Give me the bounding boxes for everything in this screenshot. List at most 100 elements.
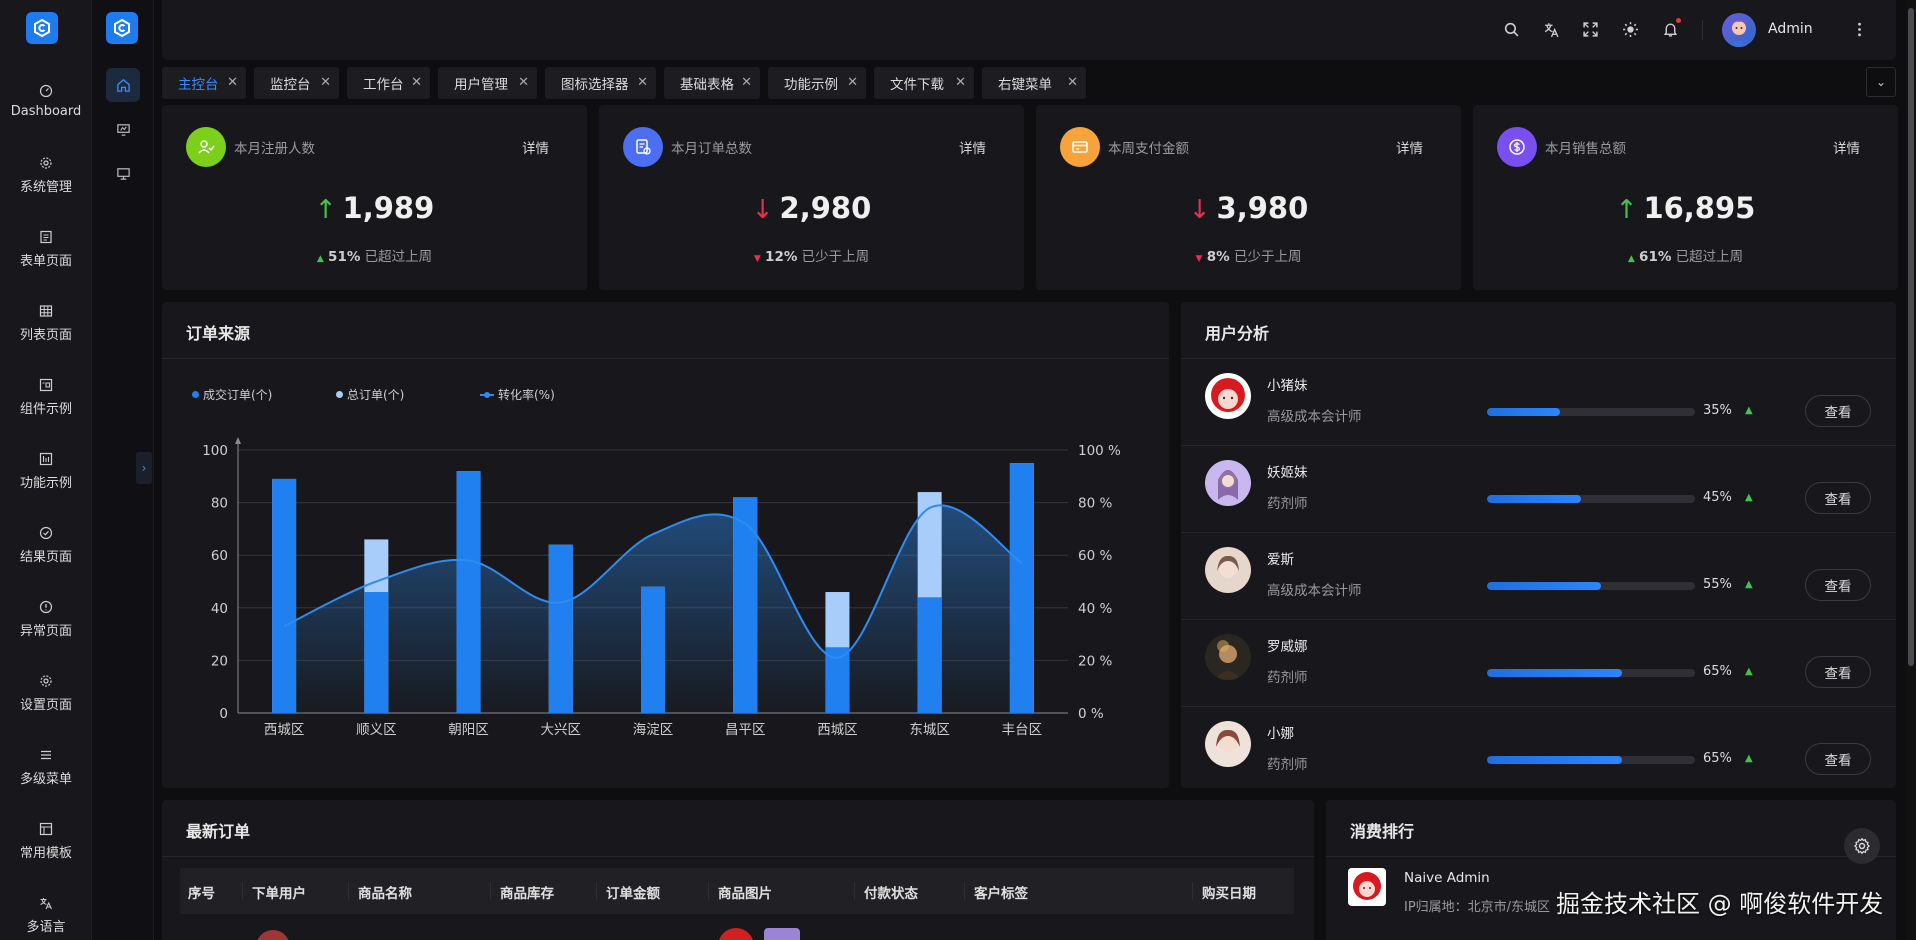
desktop-icon[interactable] bbox=[106, 156, 140, 190]
ranking-name: Naive Admin bbox=[1404, 870, 1490, 886]
logo-icon bbox=[114, 18, 130, 38]
scrollbar-thumb[interactable] bbox=[1908, 8, 1914, 666]
sub-logo[interactable] bbox=[106, 12, 138, 44]
user-name: 妖姬妹 bbox=[1267, 465, 1308, 481]
sidebar-item-label: 列表页面 bbox=[19, 327, 72, 343]
close-icon[interactable]: ✕ bbox=[411, 75, 422, 90]
translate-icon[interactable] bbox=[1540, 18, 1562, 40]
sidebar-item-7[interactable]: 结果页面 bbox=[0, 508, 92, 582]
triangle-up-icon: ▲ bbox=[1745, 405, 1753, 416]
stat-title: 本月订单总数 bbox=[671, 141, 752, 157]
tab-5[interactable]: 图标选择器 ✕ bbox=[545, 67, 656, 99]
sidebar-item-10[interactable]: 多级菜单 bbox=[0, 730, 92, 804]
close-icon[interactable]: ✕ bbox=[227, 75, 238, 90]
bar-deal-orders bbox=[456, 471, 481, 713]
theme-sun-icon[interactable] bbox=[1619, 18, 1641, 40]
stat-value-row: ↓ 3,980 bbox=[1036, 191, 1461, 225]
user-avatar[interactable] bbox=[1722, 13, 1756, 47]
tab-8[interactable]: 文件下载 ✕ bbox=[874, 67, 974, 99]
settings-fab[interactable] bbox=[1844, 828, 1880, 864]
progress-fill bbox=[1487, 495, 1581, 503]
close-icon[interactable]: ✕ bbox=[637, 75, 648, 90]
sidebar-item-3[interactable]: 表单页面 bbox=[0, 212, 92, 286]
tab-2[interactable]: 监控台 ✕ bbox=[254, 67, 339, 99]
sidebar-collapse-toggle[interactable]: › bbox=[136, 452, 152, 484]
header-username[interactable]: Admin bbox=[1768, 21, 1813, 37]
tab-7[interactable]: 功能示例 ✕ bbox=[768, 67, 866, 99]
sidebar-item-6[interactable]: 功能示例 bbox=[0, 434, 92, 508]
y2-tick-label: 40 % bbox=[1078, 601, 1112, 617]
tab-label: 图标选择器 bbox=[561, 77, 629, 93]
app-logo[interactable] bbox=[26, 12, 58, 44]
monitor-chart-icon[interactable] bbox=[106, 112, 140, 146]
view-button[interactable]: 查看 bbox=[1805, 395, 1871, 427]
stat-icon bbox=[623, 127, 663, 167]
user-row: 爱斯 高级成本会计师 55% ▲ 查看 bbox=[1181, 533, 1896, 620]
close-icon[interactable]: ✕ bbox=[955, 75, 966, 90]
view-button[interactable]: 查看 bbox=[1805, 656, 1871, 688]
home-icon[interactable] bbox=[106, 68, 140, 102]
close-icon[interactable]: ✕ bbox=[741, 75, 752, 90]
table-header-cell[interactable]: 购买日期 bbox=[1202, 882, 1256, 902]
view-button[interactable]: 查看 bbox=[1805, 743, 1871, 775]
x-tick-label: 朝阳区 bbox=[448, 722, 489, 738]
y2-tick-label: 20 % bbox=[1078, 653, 1112, 669]
y-tick-label: 60 bbox=[211, 548, 228, 564]
close-icon[interactable]: ✕ bbox=[518, 75, 529, 90]
tab-3[interactable]: 工作台 ✕ bbox=[347, 67, 430, 99]
gear-icon bbox=[1854, 837, 1870, 855]
user-progress-percent: 55% bbox=[1703, 577, 1732, 592]
stat-value-row: ↑ 16,895 bbox=[1473, 191, 1898, 225]
stat-detail-link[interactable]: 详情 bbox=[1396, 137, 1423, 157]
search-icon[interactable] bbox=[1500, 18, 1522, 40]
view-button[interactable]: 查看 bbox=[1805, 569, 1871, 601]
stat-detail-link[interactable]: 详情 bbox=[1833, 137, 1860, 157]
column-separator bbox=[490, 882, 491, 900]
sidebar-item-4[interactable]: 列表页面 bbox=[0, 286, 92, 360]
product-image bbox=[764, 928, 800, 940]
bar-deal-orders bbox=[1009, 463, 1034, 713]
table-header-cell[interactable]: 客户标签 bbox=[974, 882, 1028, 902]
stat-detail-link[interactable]: 详情 bbox=[959, 137, 986, 157]
tab-more-dropdown[interactable]: ⌄ bbox=[1866, 67, 1896, 97]
stat-card-orders: 本月订单总数 详情 ↓ 2,980 ▼ 12% 已少于上周 bbox=[599, 105, 1024, 290]
sidebar-item-2[interactable]: 系统管理 bbox=[0, 138, 92, 212]
sidebar-item-11[interactable]: 常用模板 bbox=[0, 804, 92, 878]
user-progress-percent: 35% bbox=[1703, 403, 1732, 418]
tab-9[interactable]: 右键菜单 ✕ bbox=[982, 67, 1086, 99]
fullscreen-icon[interactable] bbox=[1579, 18, 1601, 40]
table-header-cell[interactable]: 商品图片 bbox=[718, 882, 772, 902]
more-vertical-icon[interactable] bbox=[1848, 18, 1870, 40]
sidebar-item-5[interactable]: 组件示例 bbox=[0, 360, 92, 434]
order-user-avatar bbox=[256, 930, 290, 940]
stat-card-registrations: 本月注册人数 详情 ↑ 1,989 ▲ 51% 已超过上周 bbox=[162, 105, 587, 290]
tab-4[interactable]: 用户管理 ✕ bbox=[438, 67, 537, 99]
sidebar-item-9[interactable]: 设置页面 bbox=[0, 656, 92, 730]
progress-fill bbox=[1487, 669, 1623, 677]
triangle-up-icon: ▲ bbox=[1627, 254, 1635, 264]
table-header-cell[interactable]: 下单用户 bbox=[252, 882, 306, 902]
sidebar-item-12[interactable]: 多语言 bbox=[0, 878, 92, 940]
table-header-cell[interactable]: 商品库存 bbox=[500, 882, 554, 902]
tab-1[interactable]: 主控台 ✕ bbox=[162, 67, 246, 99]
column-separator bbox=[596, 882, 597, 900]
close-icon[interactable]: ✕ bbox=[320, 75, 331, 90]
notification-bell-icon[interactable] bbox=[1659, 18, 1681, 40]
close-icon[interactable]: ✕ bbox=[847, 75, 858, 90]
table-header-cell[interactable]: 商品名称 bbox=[358, 882, 412, 902]
stat-value: 16,895 bbox=[1643, 191, 1756, 225]
table-header-cell[interactable]: 序号 bbox=[188, 882, 215, 902]
view-button[interactable]: 查看 bbox=[1805, 482, 1871, 514]
sidebar-item-1[interactable]: Dashboard bbox=[0, 64, 92, 138]
stat-detail-link[interactable]: 详情 bbox=[522, 137, 549, 157]
stat-card-sales: 本月销售总额 详情 ↑ 16,895 ▲ 61% 已超过上周 bbox=[1473, 105, 1898, 290]
page-scrollbar[interactable] bbox=[1906, 0, 1916, 940]
table-header-cell[interactable]: 付款状态 bbox=[864, 882, 918, 902]
tab-label: 监控台 bbox=[270, 77, 311, 93]
close-icon[interactable]: ✕ bbox=[1067, 75, 1078, 90]
sidebar-item-8[interactable]: 异常页面 bbox=[0, 582, 92, 656]
table-header-cell[interactable]: 订单金额 bbox=[606, 882, 660, 902]
tab-6[interactable]: 基础表格 ✕ bbox=[664, 67, 760, 99]
stat-trend-text: 已超过上周 bbox=[1675, 249, 1744, 265]
tab-label: 主控台 bbox=[178, 77, 219, 93]
